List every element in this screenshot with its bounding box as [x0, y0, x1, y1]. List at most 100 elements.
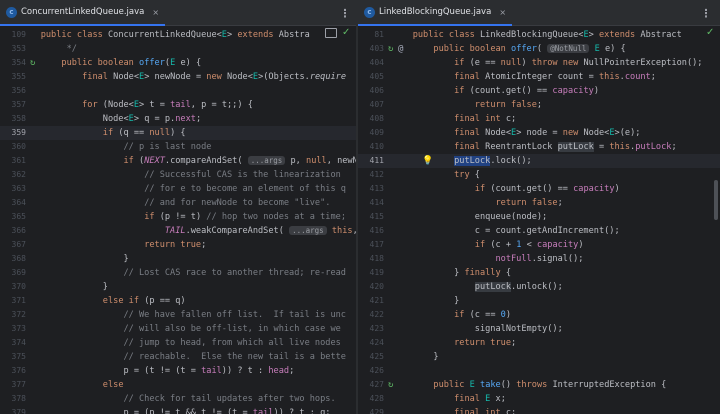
code-text: } [392, 352, 439, 362]
code-line[interactable]: 425 } [358, 350, 720, 364]
code-line[interactable]: 421 } [358, 294, 720, 308]
code-line[interactable]: 374 // jump to head, from which all live… [0, 336, 356, 350]
code-line[interactable]: 378 // Check for tail updates after two … [0, 392, 356, 406]
scrollbar-thumb[interactable] [714, 180, 718, 220]
code-line[interactable]: 109 public class ConcurrentLinkedQueue<E… [0, 28, 356, 42]
code-text: if (count.get() == capacity) [474, 184, 620, 194]
code-line[interactable]: 429 final int c; [358, 406, 720, 414]
code-text: // Successful CAS is the linearization [144, 170, 341, 180]
code-line[interactable]: 361 if (NEXT.compareAndSet( ...args p, n… [0, 154, 356, 168]
tab-linked-blocking-queue[interactable]: c LinkedBlockingQueue.java × [358, 0, 513, 26]
code-line[interactable]: 373 // will also be off-list, in which c… [0, 322, 356, 336]
code-line[interactable]: 426 [358, 364, 720, 378]
code-line[interactable]: 363 // for e to become an element of thi… [0, 182, 356, 196]
code-line[interactable]: 358 Node<E> q = p.next; [0, 112, 356, 126]
code-line[interactable]: 362 // Successful CAS is the linearizati… [0, 168, 356, 182]
code-line[interactable]: 408 final int c; [358, 112, 720, 126]
code-line[interactable]: 360 // p is last node [0, 140, 356, 154]
code-line[interactable]: 415 enqueue(node); [358, 210, 720, 224]
line-number: 403 [369, 44, 384, 53]
line-number: 407 [369, 100, 384, 109]
code-line[interactable]: 369 // Lost CAS race to another thread; … [0, 266, 356, 280]
code-line[interactable]: 357 for (Node<E> t = tail, p = t;;) { [0, 98, 356, 112]
tab-label: ConcurrentLinkedQueue.java [21, 7, 145, 17]
code-text: if (NEXT.compareAndSet( ...args p, null,… [123, 156, 356, 166]
line-number: 413 [369, 184, 384, 193]
line-number: 418 [369, 254, 384, 263]
code-line[interactable]: 356 [0, 84, 356, 98]
code-line[interactable]: 419 } finally { [358, 266, 720, 280]
code-text: final int c; [454, 114, 517, 124]
code-line[interactable]: 412 try { [358, 168, 720, 182]
line-number: 415 [369, 212, 384, 221]
code-line[interactable]: 355 final Node<E> newNode = new Node<E>(… [0, 70, 356, 84]
code-text: p = (t != (t = tail)) ? t : head; [20, 366, 295, 376]
line-number: 411 [369, 156, 384, 165]
code-line[interactable]: 413 if (count.get() == capacity) [358, 182, 720, 196]
code-text: enqueue(node); [392, 212, 548, 222]
code-line[interactable]: 417 if (c + 1 < capacity) [358, 238, 720, 252]
tab-bar-left: c ConcurrentLinkedQueue.java × ⋮ [0, 0, 356, 26]
code-line[interactable]: 405 final AtomicInteger count = this.cou… [358, 70, 720, 84]
code-line[interactable]: 353 */ [0, 42, 356, 56]
code-line[interactable]: 367 return true; [0, 238, 356, 252]
code-text: public class LinkedBlockingQueue<E> exte… [412, 30, 682, 40]
code-line[interactable]: 424 return true; [358, 336, 720, 350]
more-options-icon[interactable]: ⋮ [698, 5, 714, 21]
line-number: 416 [369, 226, 384, 235]
code-text: } [392, 296, 460, 306]
code-line[interactable]: 354 public boolean offer(E e) {↻ [0, 56, 356, 70]
close-icon[interactable]: × [152, 8, 159, 17]
code-text: // We have fallen off list. If tail is u… [123, 310, 346, 320]
code-line[interactable]: 411 putLock.lock(); 💡 [358, 154, 720, 168]
code-line[interactable]: 375 // reachable. Else the new tail is a… [0, 350, 356, 364]
code-line[interactable]: 418 notFull.signal(); [358, 252, 720, 266]
code-line[interactable]: 404 if (e == null) throw new NullPointer… [358, 56, 720, 70]
code-line[interactable]: 370 } [0, 280, 356, 294]
code-line[interactable]: 410 final ReentrantLock putLock = this.p… [358, 140, 720, 154]
code-line[interactable]: 371 else if (p == q) [0, 294, 356, 308]
code-line[interactable]: 409 final Node<E> node = new Node<E>(e); [358, 126, 720, 140]
code-line[interactable]: 420 putLock.unlock(); [358, 280, 720, 294]
tab-label: LinkedBlockingQueue.java [379, 7, 492, 17]
code-line[interactable]: 368 } [0, 252, 356, 266]
code-line[interactable]: 416 c = count.getAndIncrement(); [358, 224, 720, 238]
code-line[interactable]: 422 if (c == 0) [358, 308, 720, 322]
override-icon[interactable]: ↻ [388, 378, 393, 392]
code-line[interactable]: 379 p = (p != t && t != (t = tail)) ? t … [0, 406, 356, 414]
line-number: 356 [11, 86, 26, 95]
line-number: 420 [369, 282, 384, 291]
override-icon[interactable]: ↻ [388, 42, 393, 56]
code-line[interactable]: 376 p = (t != (t = tail)) ? t : head; [0, 364, 356, 378]
line-number: 425 [369, 352, 384, 361]
code-line[interactable]: 366 TAIL.weakCompareAndSet( ...args this… [0, 224, 356, 238]
override-icon[interactable]: ↻ [30, 56, 35, 70]
ide-window: c ConcurrentLinkedQueue.java × ⋮ 109 pub… [0, 0, 720, 414]
more-options-icon[interactable]: ⋮ [337, 5, 353, 21]
code-line[interactable]: 407 return false; [358, 98, 720, 112]
code-line[interactable]: 403 public boolean offer( @NotNull E e) … [358, 42, 720, 56]
code-line[interactable]: 377 else [0, 378, 356, 392]
editor-pane-left: c ConcurrentLinkedQueue.java × ⋮ 109 pub… [0, 0, 356, 414]
checkmark-icon: ✓ [706, 27, 715, 38]
tab-concurrent-linked-queue[interactable]: c ConcurrentLinkedQueue.java × [0, 0, 166, 26]
close-icon[interactable]: × [499, 8, 506, 17]
code-line[interactable]: 81 public class LinkedBlockingQueue<E> e… [358, 28, 720, 42]
code-line[interactable]: 364 // and for newNode to become "live". [0, 196, 356, 210]
code-line[interactable]: 414 return false; [358, 196, 720, 210]
bulb-icon[interactable]: 💡 [422, 154, 433, 168]
code-line[interactable]: 359 if (q == null) { [0, 126, 356, 140]
code-line[interactable]: 406 if (count.get() == capacity) [358, 84, 720, 98]
code-text: if (c == 0) [454, 310, 512, 320]
code-line[interactable]: 365 if (p != t) // hop two nodes at a ti… [0, 210, 356, 224]
code-text: public E take() throws InterruptedExcept… [433, 380, 667, 390]
code-line[interactable]: 372 // We have fallen off list. If tail … [0, 308, 356, 322]
code-line[interactable]: 428 final E x; [358, 392, 720, 406]
code-text: } finally { [392, 268, 512, 278]
annotation-icon[interactable]: @ [398, 42, 403, 56]
code-line[interactable]: 427 public E take() throws InterruptedEx… [358, 378, 720, 392]
code-text: final int c; [454, 408, 517, 414]
line-number: 81 [374, 30, 384, 39]
code-line[interactable]: 423 signalNotEmpty(); [358, 322, 720, 336]
reader-mode-icon[interactable] [325, 28, 337, 38]
